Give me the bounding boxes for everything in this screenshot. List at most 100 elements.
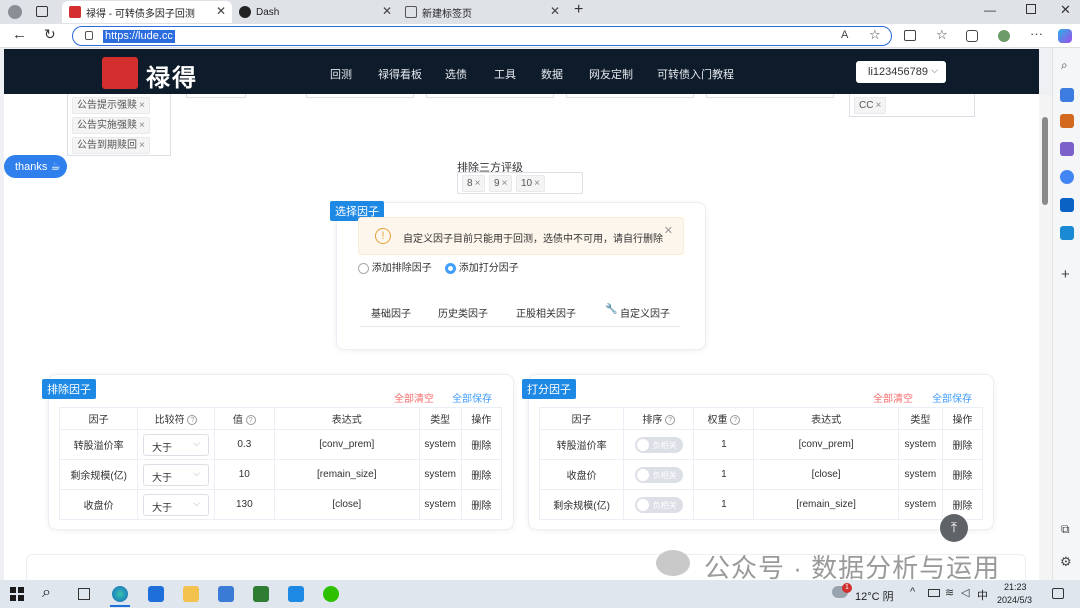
delete-link[interactable]: 删除	[460, 489, 503, 520]
settings-icon[interactable]: ⚙	[1060, 554, 1072, 570]
shopping-icon[interactable]	[1060, 88, 1074, 102]
clock-time[interactable]: 21:23	[1004, 582, 1027, 592]
nav-custom[interactable]: 网友定制	[589, 66, 633, 82]
back-to-top-button[interactable]: ⤒	[940, 514, 968, 542]
help-icon[interactable]: ?	[730, 415, 741, 426]
collections-icon[interactable]	[966, 30, 978, 42]
games-icon[interactable]	[1060, 142, 1074, 156]
order-toggle[interactable]: 负相关	[634, 436, 683, 453]
close-icon[interactable]: ✕	[216, 4, 226, 18]
nav-backtest[interactable]: 回测	[330, 66, 352, 82]
reload-icon[interactable]: ↻	[44, 26, 56, 43]
tab-new[interactable]: 新建标签页 ✕	[398, 1, 566, 23]
wifi-icon[interactable]: ≋	[945, 586, 954, 599]
close-icon[interactable]: ✕	[664, 224, 673, 237]
tab-custom-factors[interactable]: 自定义因子	[620, 305, 670, 320]
back-icon[interactable]: ←	[12, 26, 27, 43]
weight-input[interactable]: 1	[693, 429, 755, 460]
terminal-icon[interactable]	[253, 586, 269, 602]
tab-stock-factors[interactable]: 正股相关因子	[516, 305, 576, 320]
file-explorer-icon[interactable]	[183, 586, 199, 602]
volume-icon[interactable]: ◁	[961, 586, 969, 599]
tray-chevron-icon[interactable]: ^	[910, 586, 915, 598]
search-icon[interactable]: ⌕	[1061, 58, 1068, 73]
profile-icon[interactable]	[8, 5, 22, 19]
office-icon[interactable]	[1060, 170, 1074, 184]
delete-link[interactable]: 删除	[460, 459, 503, 490]
value-input[interactable]: 0.3	[213, 429, 275, 460]
read-aloud-icon[interactable]: A	[841, 29, 848, 41]
value-input[interactable]: 130	[213, 489, 275, 520]
rating-select[interactable]: 8 × 9 × 10 ×	[457, 172, 583, 194]
delete-link[interactable]: 删除	[941, 459, 984, 490]
delete-link[interactable]: 删除	[941, 429, 984, 460]
delete-link[interactable]: 删除	[460, 429, 503, 460]
add-icon[interactable]: +	[1061, 266, 1070, 283]
exclude-clear-all[interactable]: 全部清空	[394, 390, 434, 405]
bull-logo-icon[interactable]	[102, 57, 138, 89]
thanks-button[interactable]: thanks ☕	[4, 155, 67, 178]
ime-indicator[interactable]: 中	[977, 587, 988, 603]
score-save-all[interactable]: 全部保存	[932, 390, 972, 405]
search-icon[interactable]: ⌕	[42, 584, 51, 602]
tab-history-factors[interactable]: 历史类因子	[438, 305, 488, 320]
weight-input[interactable]: 1	[693, 459, 755, 490]
copilot-icon[interactable]	[1058, 29, 1072, 43]
windows-start-icon[interactable]	[10, 587, 24, 601]
scrollbar-thumb[interactable]	[1042, 117, 1048, 205]
favorite-star-icon[interactable]: ☆	[869, 27, 881, 43]
vscode-icon[interactable]	[288, 586, 304, 602]
close-icon[interactable]: ×	[534, 178, 540, 189]
screenshot-icon[interactable]: ⧉	[1061, 522, 1070, 537]
wechat-icon[interactable]	[323, 586, 339, 602]
radio-exclude[interactable]: 添加排除因子	[358, 259, 432, 274]
clock-date[interactable]: 2024/5/3	[997, 595, 1032, 605]
task-view-icon[interactable]	[78, 588, 90, 600]
mail-icon[interactable]	[148, 586, 164, 602]
order-toggle[interactable]: 负相关	[634, 496, 683, 513]
redeem-status-select[interactable]: 公告提示强赎 × 公告实施强赎 × 公告到期赎回 ×	[67, 94, 171, 156]
user-dropdown[interactable]: li123456789 ⌵	[856, 61, 946, 83]
favorites-icon[interactable]: ☆	[936, 27, 948, 43]
nav-select-bonds[interactable]: 选债	[445, 66, 467, 82]
toolbox-icon[interactable]	[1060, 114, 1074, 128]
store-icon[interactable]	[218, 586, 234, 602]
close-icon[interactable]: ×	[139, 120, 145, 131]
minimize-button[interactable]: —	[984, 3, 996, 17]
outlook-icon[interactable]	[1060, 198, 1074, 212]
tab-actions-icon[interactable]	[36, 6, 48, 17]
nav-tools[interactable]: 工具	[494, 66, 516, 82]
new-tab-button[interactable]: +	[574, 1, 583, 19]
close-icon[interactable]: ×	[502, 178, 508, 189]
weather-text[interactable]: 12°C 阴	[855, 588, 894, 604]
order-toggle[interactable]: 负相关	[634, 466, 683, 483]
exclude-save-all[interactable]: 全部保存	[452, 390, 492, 405]
extensions-icon[interactable]	[998, 30, 1010, 42]
window-close-button[interactable]: ✕	[1060, 2, 1071, 18]
more-menu-icon[interactable]: ···	[1030, 26, 1043, 41]
logo-text[interactable]: 禄得	[146, 58, 198, 93]
notification-icon[interactable]	[1052, 588, 1064, 599]
close-icon[interactable]: ✕	[382, 4, 392, 18]
help-icon[interactable]: ?	[245, 415, 256, 426]
radio-score[interactable]: 添加打分因子	[445, 259, 519, 274]
value-input[interactable]: 10	[213, 459, 275, 490]
help-icon[interactable]: ?	[665, 415, 676, 426]
edge-taskbar-icon[interactable]	[112, 586, 128, 602]
tab-lude[interactable]: 禄得 - 可转债多因子回测 ✕	[62, 1, 232, 23]
nav-dashboard[interactable]: 禄得看板	[378, 66, 422, 82]
close-icon[interactable]: ×	[139, 100, 145, 111]
comparator-select[interactable]: 大于 ⌵	[143, 433, 210, 456]
right-filter-select[interactable]: CC ×	[849, 94, 975, 117]
help-icon[interactable]: ?	[187, 415, 198, 426]
tab-dash[interactable]: Dash ✕	[232, 1, 398, 23]
tab-basic-factors[interactable]: 基础因子	[371, 305, 411, 320]
split-screen-icon[interactable]	[904, 30, 916, 41]
nav-data[interactable]: 数据	[541, 66, 563, 82]
comparator-select[interactable]: 大于 ⌵	[143, 493, 210, 516]
maximize-button[interactable]	[1026, 4, 1036, 14]
close-icon[interactable]: ×	[139, 140, 145, 151]
weight-input[interactable]: 1	[693, 489, 755, 520]
close-icon[interactable]: ×	[475, 178, 481, 189]
page-scrollbar[interactable]	[1039, 95, 1052, 580]
